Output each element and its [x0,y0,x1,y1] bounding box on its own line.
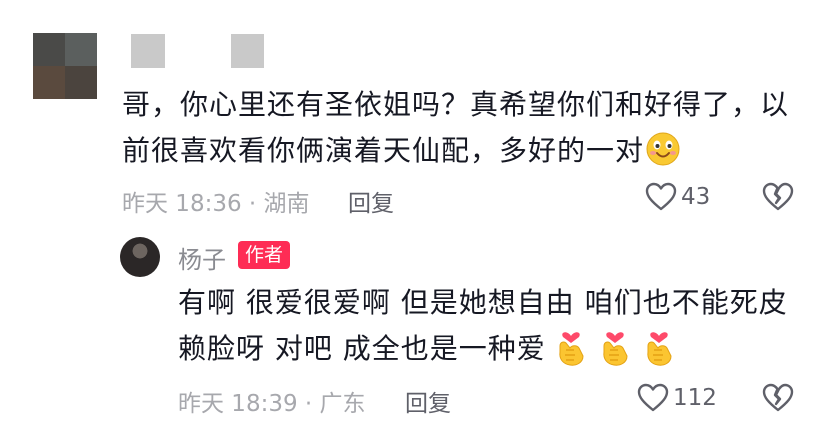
broken-heart-dislike-icon[interactable] [762,181,794,213]
reply-like-count: 112 [673,385,717,411]
author-badge: 作者 [238,241,291,269]
reply-like-button[interactable]: 112 [637,383,717,413]
comment-text: 哥，你心里还有圣依姐吗？真希望你们和好得了，以前很喜欢看你俩演着天仙配，多好的一… [122,88,790,167]
reply-time-location: 昨天 18:39 · 广东 [178,391,366,417]
smiling-face-emoji-icon [646,132,680,166]
comment-like-count: 43 [681,184,711,210]
comment-body: 哥，你心里还有圣依姐吗？真希望你们和好得了，以前很喜欢看你俩演着天仙配，多好的一… [122,82,812,174]
reply-text: 有啊 很爱很爱啊 但是她想自由 咱们也不能死皮赖脸呀 对吧 成全也是一种爱 [178,286,788,365]
heart-outline-icon [645,182,677,211]
reply-reply-button[interactable]: 回复 [405,384,451,418]
commenter-avatar[interactable] [33,33,97,99]
finger-heart-emoji-icon [647,332,672,366]
finger-heart-emoji-icon [559,332,584,366]
commenter-name-redacted[interactable] [131,34,165,68]
comment-time-location: 昨天 18:36 · 湖南 [122,191,310,217]
reply-body: 有啊 很爱很爱啊 但是她想自由 咱们也不能死皮赖脸呀 对吧 成全也是一种爱 [178,280,808,372]
reply-author-name[interactable]: 杨子 [178,240,226,275]
broken-heart-dislike-icon[interactable] [762,382,794,414]
heart-outline-icon [637,383,669,412]
commenter-name-redacted-2 [231,34,264,68]
reply-author-avatar[interactable] [120,237,160,277]
finger-heart-emoji-icon [603,332,628,366]
comment-like-button[interactable]: 43 [645,182,710,212]
comment-reply-button[interactable]: 回复 [348,184,394,218]
